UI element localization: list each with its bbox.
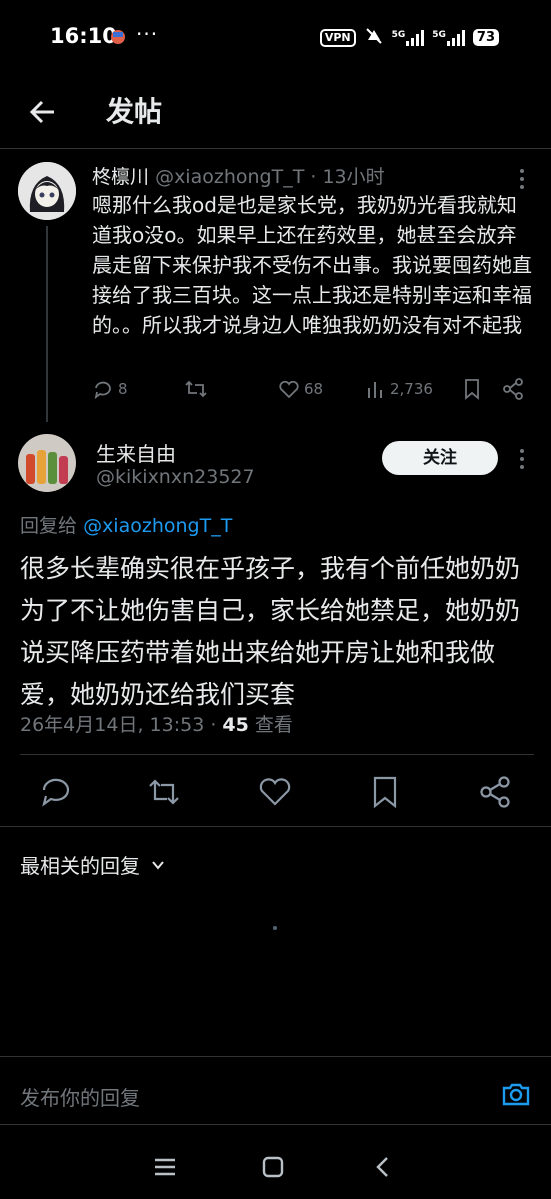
share-icon	[503, 378, 523, 400]
main-author-name[interactable]: 生来自由	[96, 438, 176, 467]
reply-input[interactable]: 发布你的回复	[20, 1082, 140, 1111]
meta-dot: ·	[210, 714, 217, 736]
follow-button[interactable]: 关注	[382, 441, 498, 475]
reply-to-line: 回复给 @xiaozhongT_T	[20, 511, 232, 538]
battery-indicator: 73	[472, 29, 499, 46]
header-divider	[0, 148, 551, 149]
system-nav-bar	[0, 1136, 551, 1199]
retweet-icon	[149, 779, 179, 805]
reply-compose-bar[interactable]: 发布你的回复	[0, 1056, 551, 1126]
actions-divider	[0, 826, 551, 827]
signal-2: 5G	[432, 29, 465, 46]
reply-icon	[42, 778, 70, 807]
parent-bookmark-button[interactable]	[462, 378, 482, 400]
back-button[interactable]	[24, 94, 60, 130]
parent-reply-count: 8	[118, 380, 128, 398]
like-icon	[279, 380, 299, 399]
retweet-button[interactable]	[146, 774, 182, 810]
more-icon	[520, 169, 524, 189]
parent-like-button[interactable]: 68	[278, 378, 323, 400]
mute-icon	[364, 26, 384, 49]
parent-share-button[interactable]	[502, 378, 524, 400]
parent-views-button[interactable]: 2,736	[366, 378, 433, 400]
loading-indicator	[273, 926, 277, 930]
camera-icon	[502, 1083, 530, 1106]
reply-button[interactable]	[38, 774, 74, 810]
parent-avatar[interactable]	[18, 162, 76, 220]
home-icon	[262, 1156, 284, 1178]
bookmark-icon	[465, 379, 479, 400]
post-view-count: 45	[222, 714, 249, 736]
parent-sep: ·	[310, 166, 317, 188]
views-icon	[368, 382, 382, 398]
back-arrow-icon	[29, 100, 54, 124]
parent-author-name[interactable]: 柊檩川	[92, 166, 149, 188]
vpn-badge: VPN	[319, 28, 356, 47]
reply-to-prefix: 回复给	[20, 515, 78, 537]
parent-post-text: 嗯那什么我od是也是家长党，我奶奶光看我就知道我o没o。如果早上还在药效里，她甚…	[92, 193, 532, 337]
like-icon	[259, 778, 291, 806]
reply-icon	[94, 381, 111, 400]
main-post-text: 很多长辈确实很在乎孩子，我有个前任她奶奶为了不让她伤害自己，家长给她禁足，她奶奶…	[20, 554, 521, 709]
main-more-button[interactable]	[514, 446, 530, 472]
parent-reply-button[interactable]: 8	[92, 378, 128, 400]
post-view-label: 查看	[254, 714, 293, 736]
status-time: 16:10	[50, 24, 117, 48]
more-icon	[520, 449, 524, 469]
camera-button[interactable]	[500, 1078, 532, 1110]
parent-view-count: 2,736	[390, 380, 433, 398]
recent-apps-button[interactable]	[150, 1152, 180, 1182]
navbar-divider	[0, 1124, 551, 1125]
like-button[interactable]	[257, 774, 293, 810]
status-overflow: ···	[136, 22, 159, 46]
share-icon	[480, 776, 510, 808]
top-header: 发帖	[0, 76, 551, 148]
menu-icon	[155, 1158, 175, 1176]
parent-post-time: 13小时	[322, 166, 385, 188]
meta-divider	[20, 754, 534, 755]
post-meta: 26年4月14日, 13:53 · 45 查看	[20, 710, 293, 737]
app-notification-icon	[108, 26, 128, 46]
parent-retweet-button[interactable]	[184, 378, 208, 400]
status-bar: 16:10 ··· VPN 5G 5G 73	[0, 0, 551, 76]
back-icon	[376, 1157, 388, 1177]
thread-line	[46, 226, 48, 422]
parent-like-count: 68	[304, 380, 324, 398]
replies-sort-label: 最相关的回复	[20, 854, 140, 878]
replies-sort-toggle[interactable]: 最相关的回复	[20, 850, 166, 879]
share-button[interactable]	[477, 774, 513, 810]
signal-1: 5G	[392, 29, 425, 46]
main-avatar[interactable]	[18, 434, 76, 492]
home-button[interactable]	[258, 1152, 288, 1182]
bookmark-button[interactable]	[367, 774, 403, 810]
main-author-handle[interactable]: @kikixnxn23527	[96, 466, 255, 488]
post-date: 26年4月14日, 13:53	[20, 714, 205, 736]
status-right: VPN 5G 5G 73	[319, 26, 499, 49]
page-title: 发帖	[106, 95, 163, 128]
bookmark-icon	[373, 776, 397, 809]
parent-post-header: 柊檩川 @xiaozhongT_T · 13小时	[92, 162, 385, 189]
retweet-icon	[185, 380, 207, 398]
parent-more-button[interactable]	[514, 166, 530, 192]
system-back-button[interactable]	[368, 1152, 398, 1182]
parent-author-handle[interactable]: @xiaozhongT_T	[155, 166, 304, 188]
chevron-down-icon	[152, 860, 164, 870]
reply-to-mention[interactable]: @xiaozhongT_T	[83, 515, 232, 537]
